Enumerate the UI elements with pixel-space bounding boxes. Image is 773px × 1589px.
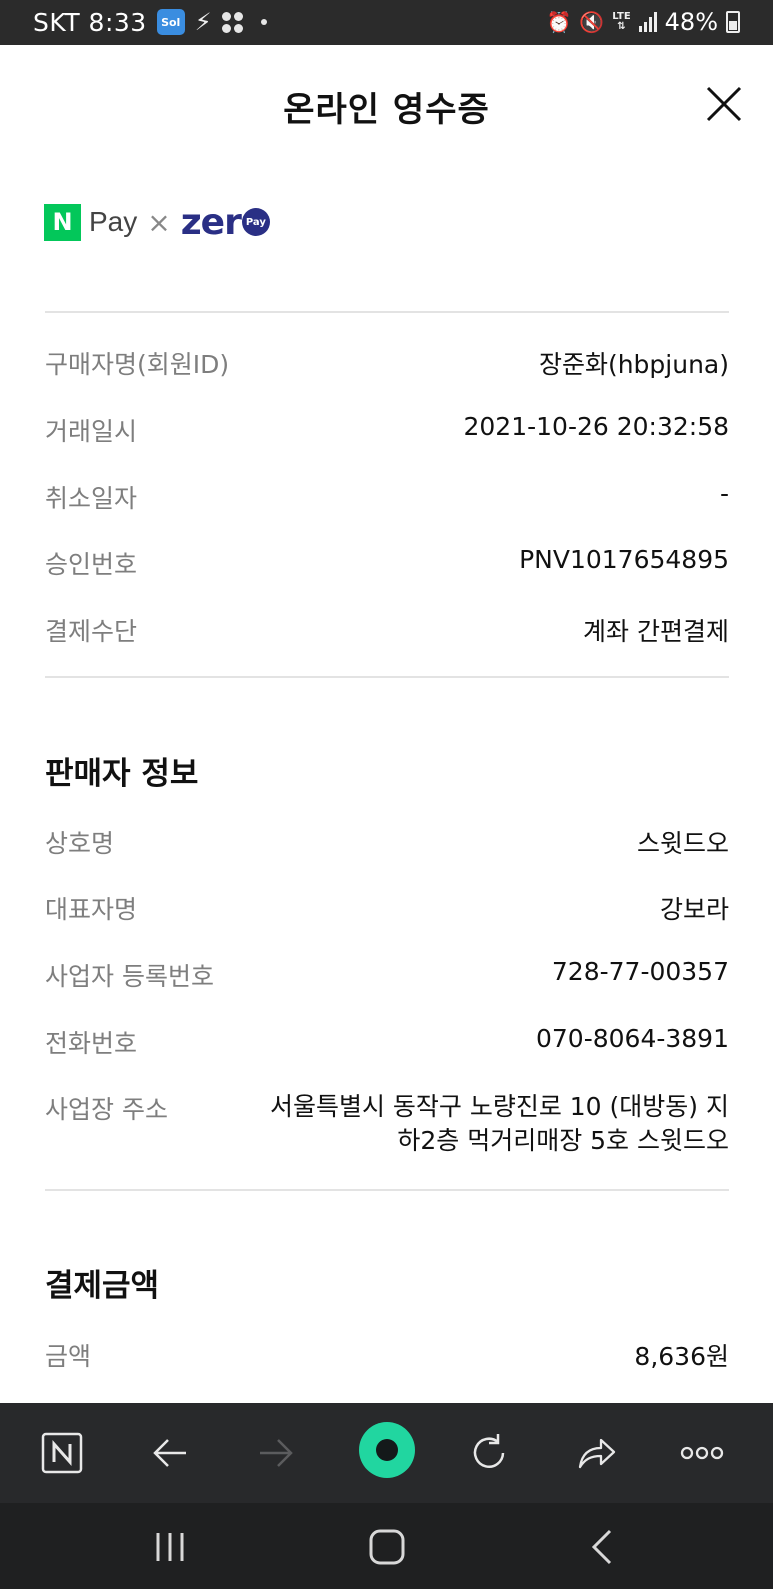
forward-button[interactable]: [252, 1429, 300, 1477]
back-arrow-icon: [153, 1439, 186, 1467]
refresh-icon: [473, 1434, 505, 1468]
row-label: 전화번호: [45, 1029, 138, 1058]
status-bar-left: SKT 8:33 Sol ⚡: [33, 7, 267, 37]
page-title: 온라인 영수증: [283, 90, 490, 130]
zeropay-logo: zer Pay: [181, 202, 270, 243]
home-icon: [369, 1529, 405, 1565]
row-label: 사업장 주소: [45, 1095, 168, 1124]
nav-back-button[interactable]: [582, 1525, 626, 1569]
notification-dot-icon: [260, 19, 267, 25]
row-label: 상호명: [45, 829, 115, 858]
alarm-icon: ⏰: [546, 10, 572, 34]
address-line-2: 하2층 먹거리매장 5호 스윗드오: [397, 1126, 729, 1155]
npay-zeropay-logo: N Pay × zer Pay: [44, 202, 270, 243]
row-value: 8,636원: [634, 1342, 729, 1371]
refresh-button[interactable]: [465, 1429, 513, 1477]
logo-pay-text: Pay: [89, 206, 138, 237]
lte-icon: LTE ⇅: [612, 11, 631, 32]
row-label: 취소일자: [45, 484, 138, 513]
share-button[interactable]: [572, 1429, 620, 1477]
row-value: 070-8064-3891: [535, 1024, 729, 1053]
payment-section-title: 결제금액: [45, 1268, 160, 1304]
vpn-icon: ⚡: [194, 8, 212, 36]
divider: [45, 676, 729, 678]
row-value: 728-77-00357: [551, 957, 729, 986]
row-label: 구매자명(회원ID): [45, 350, 230, 379]
row-label: 사업자 등록번호: [45, 962, 214, 991]
status-bar: SKT 8:33 Sol ⚡ ⏰ 🔇 LTE ⇅ 48%: [0, 0, 773, 45]
home-button[interactable]: [365, 1525, 409, 1569]
seller-section-title: 판매자 정보: [45, 756, 199, 792]
naver-n-logo: N: [44, 203, 81, 241]
row-value: 2021-10-26 20:32:58: [463, 412, 729, 441]
app-dots-icon: [221, 11, 243, 33]
battery-percent: 48%: [664, 8, 718, 36]
row-value: 계좌 간편결제: [583, 617, 729, 646]
more-button[interactable]: [678, 1429, 726, 1477]
naver-home-icon: [41, 1432, 83, 1474]
row-value: PNV1017654895: [519, 545, 729, 574]
recent-apps-icon: [156, 1533, 184, 1561]
sol-app-icon: Sol: [156, 9, 185, 35]
system-nav-bar: [0, 1503, 773, 1589]
row-value: 장준화(hbpjuna): [538, 350, 729, 379]
mute-icon: 🔇: [579, 10, 605, 34]
logo-times: ×: [147, 205, 171, 239]
signal-icon: [638, 12, 657, 32]
row-label: 승인번호: [45, 550, 138, 579]
recent-apps-button[interactable]: [148, 1525, 192, 1569]
back-button[interactable]: [146, 1429, 194, 1477]
row-value: 스윗드오: [636, 829, 729, 858]
back-icon: [591, 1529, 612, 1565]
green-dot-home-icon[interactable]: [359, 1422, 415, 1478]
divider: [45, 311, 729, 313]
divider: [45, 1189, 729, 1191]
seller-row-address: 사업장 주소 서울특별시 동작구 노량진로 10 (대방동) 지 하2층 먹거리…: [45, 1090, 729, 1162]
row-label: 대표자명: [45, 895, 138, 924]
row-value: -: [719, 479, 729, 508]
close-button[interactable]: [704, 84, 744, 124]
row-label: 결제수단: [45, 617, 138, 646]
row-value: 강보라: [659, 895, 729, 924]
status-bar-right: ⏰ 🔇 LTE ⇅ 48%: [546, 7, 740, 37]
forward-arrow-icon: [260, 1439, 293, 1467]
zeropay-badge: Pay: [241, 208, 270, 236]
close-icon: [706, 86, 742, 122]
naver-home-button[interactable]: [38, 1429, 86, 1477]
share-icon: [578, 1438, 616, 1469]
carrier-label: SKT 8:33: [33, 7, 147, 37]
row-label: 금액: [45, 1342, 92, 1371]
battery-icon: [726, 11, 740, 33]
address-line-1: 서울특별시 동작구 노량진로 10 (대방동) 지: [269, 1092, 729, 1121]
browser-toolbar: [0, 1403, 773, 1503]
more-icon: [680, 1446, 724, 1460]
address-value: 서울특별시 동작구 노량진로 10 (대방동) 지 하2층 먹거리매장 5호 스…: [259, 1090, 729, 1158]
row-label: 거래일시: [45, 417, 138, 446]
